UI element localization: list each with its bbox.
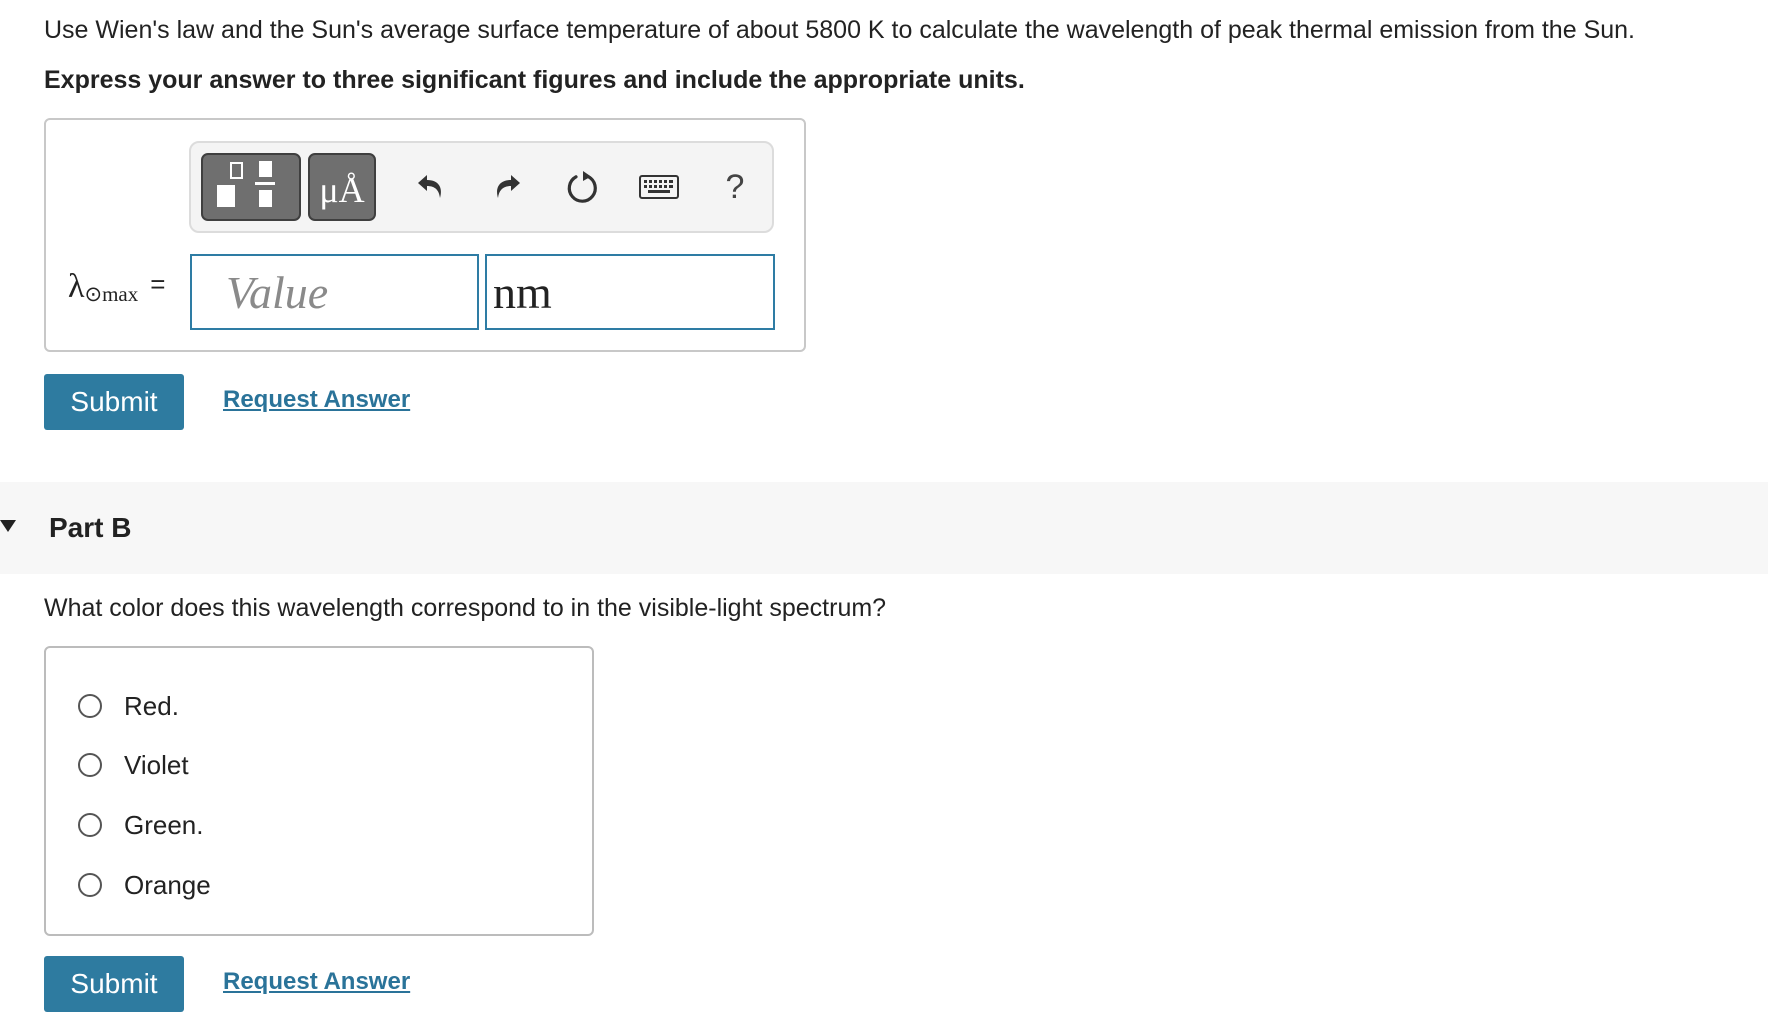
- undo-button[interactable]: [407, 163, 455, 211]
- collapse-caret-icon[interactable]: [0, 520, 16, 532]
- options-box-part-b: Red. Violet Green. Orange: [44, 646, 594, 936]
- answer-instruction: Express your answer to three significant…: [44, 66, 1025, 94]
- option-red[interactable]: Red.: [78, 686, 179, 726]
- reset-button[interactable]: [559, 163, 607, 211]
- page: Use Wien's law and the Sun's average sur…: [0, 0, 1768, 1024]
- option-label: Violet: [124, 749, 189, 780]
- question-text-part-a: Use Wien's law and the Sun's average sur…: [44, 16, 1635, 44]
- help-icon: ?: [725, 167, 745, 206]
- value-input[interactable]: [190, 254, 479, 330]
- radio-button[interactable]: [78, 694, 102, 718]
- redo-icon: [497, 175, 520, 198]
- option-label: Red.: [124, 690, 179, 721]
- variable-label: λ⊙max =: [68, 268, 165, 307]
- option-label: Green.: [124, 809, 204, 840]
- unit-input[interactable]: [485, 254, 775, 330]
- option-violet[interactable]: Violet: [78, 745, 189, 785]
- undo-icon: [418, 175, 441, 198]
- radio-button[interactable]: [78, 873, 102, 897]
- equals-sign: =: [150, 269, 166, 299]
- keyboard-icon: [639, 175, 679, 199]
- radio-button[interactable]: [78, 813, 102, 837]
- keyboard-button[interactable]: [635, 163, 683, 211]
- units-button[interactable]: μÅ: [308, 153, 376, 221]
- answer-box-part-a: μÅ ? λ⊙max = Value nm: [44, 118, 806, 352]
- redo-button[interactable]: [483, 163, 531, 211]
- submit-button-part-a[interactable]: Submit: [44, 374, 184, 430]
- help-button[interactable]: ?: [711, 163, 759, 211]
- radio-button[interactable]: [78, 753, 102, 777]
- option-orange[interactable]: Orange: [78, 865, 211, 905]
- request-answer-link-part-a[interactable]: Request Answer: [223, 386, 410, 414]
- variable-symbol: λ: [68, 268, 85, 305]
- math-toolbar: μÅ ?: [189, 141, 774, 233]
- option-label: Orange: [124, 869, 211, 900]
- part-b-title: Part B: [49, 512, 132, 543]
- option-green[interactable]: Green.: [78, 805, 204, 845]
- units-icon: μÅ: [319, 170, 365, 210]
- templates-button[interactable]: [201, 153, 301, 221]
- submit-button-part-b[interactable]: Submit: [44, 956, 184, 1012]
- part-b-header[interactable]: Part B: [0, 482, 1768, 574]
- variable-subscript: ⊙max: [84, 282, 139, 306]
- request-answer-link-part-b[interactable]: Request Answer: [223, 968, 410, 996]
- question-text-part-b: What color does this wavelength correspo…: [44, 594, 887, 622]
- fraction-template-icon: [217, 161, 275, 207]
- reset-icon: [567, 171, 597, 203]
